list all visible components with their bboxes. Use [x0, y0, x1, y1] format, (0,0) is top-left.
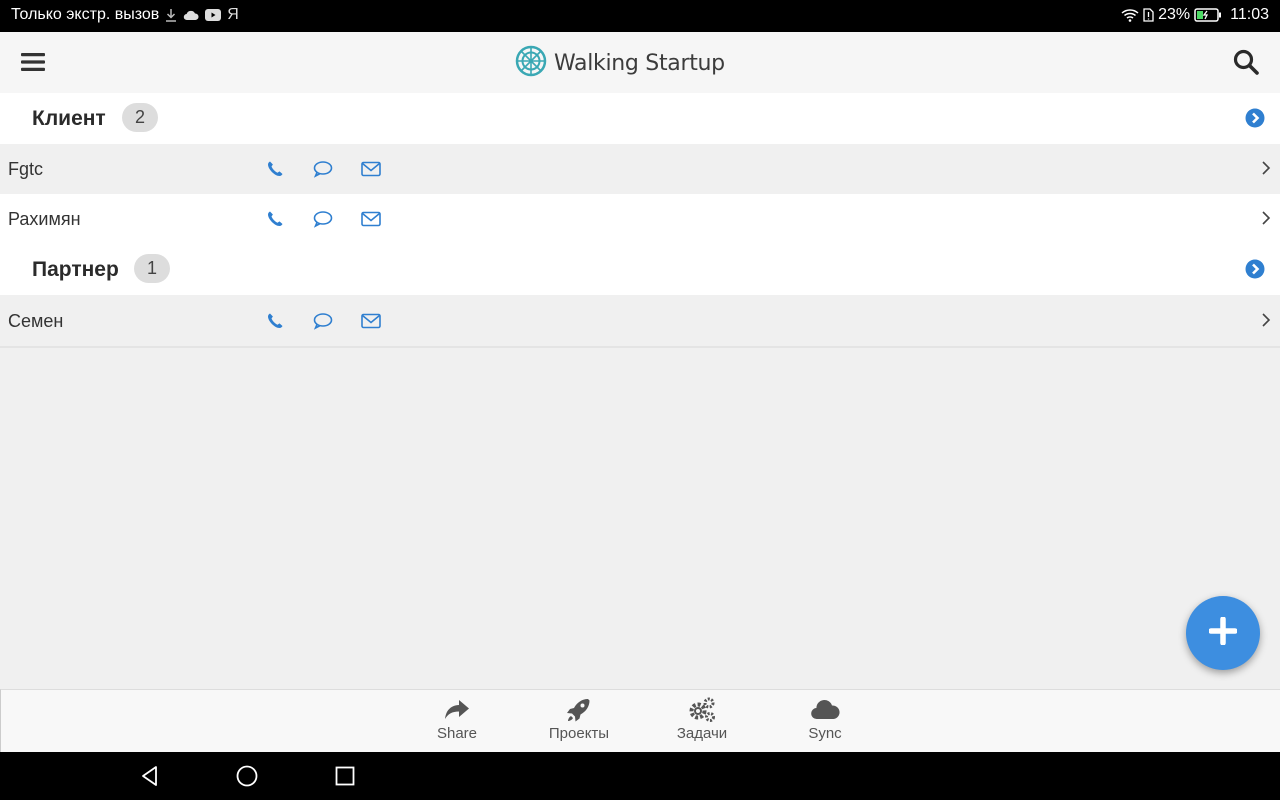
- email-icon[interactable]: [360, 159, 382, 179]
- cloud-icon: [765, 696, 885, 724]
- youtube-icon: [205, 9, 222, 21]
- contact-row[interactable]: Рахимян: [0, 194, 1280, 244]
- chevron-circle-right-icon[interactable]: [1245, 108, 1265, 128]
- contact-name: Fgtc: [8, 159, 44, 179]
- tab-share[interactable]: Share: [397, 696, 517, 748]
- search-icon[interactable]: [1232, 48, 1260, 76]
- tab-sync[interactable]: Sync: [765, 696, 885, 748]
- chevron-right-icon[interactable]: [1260, 210, 1272, 226]
- tab-projects[interactable]: Проекты: [519, 696, 639, 748]
- clock: 11:03: [1230, 6, 1269, 23]
- system-nav-bar: [0, 752, 1280, 800]
- tab-tasks[interactable]: Задачи: [642, 696, 762, 748]
- back-icon[interactable]: [138, 764, 162, 788]
- group-count-badge: 2: [122, 103, 158, 132]
- contact-name: Рахимян: [8, 209, 81, 229]
- sim-icon: [1143, 8, 1154, 22]
- yandex-icon: Я: [227, 6, 239, 23]
- group-header-client[interactable]: Клиент 2: [0, 93, 1280, 144]
- chevron-right-icon[interactable]: [1260, 312, 1272, 328]
- chevron-circle-right-icon[interactable]: [1245, 259, 1265, 279]
- cloud-status-icon: [183, 10, 199, 21]
- app-title: Walking Startup: [554, 51, 725, 76]
- contact-name: Семен: [8, 311, 64, 331]
- add-fab-button[interactable]: [1186, 596, 1260, 670]
- hamburger-menu-icon[interactable]: [20, 49, 46, 75]
- carrier-text: Только экстр. вызов: [11, 6, 160, 23]
- comment-icon[interactable]: [312, 311, 334, 331]
- plus-icon: [1208, 615, 1238, 650]
- phone-icon[interactable]: [265, 311, 287, 331]
- app-logo-icon: [514, 44, 548, 83]
- comment-icon[interactable]: [312, 209, 334, 229]
- list-divider: [0, 346, 1280, 348]
- gears-icon: [642, 696, 762, 724]
- app-brand: Walking Startup: [514, 44, 725, 83]
- group-count-badge: 1: [134, 254, 170, 283]
- tab-label: Share: [436, 725, 478, 742]
- chevron-right-icon[interactable]: [1260, 160, 1272, 176]
- app-header: Walking Startup: [0, 32, 1280, 93]
- phone-icon[interactable]: [265, 209, 287, 229]
- contact-row[interactable]: Семен: [0, 296, 1280, 346]
- comment-icon[interactable]: [312, 159, 334, 179]
- group-title: Клиент: [32, 107, 106, 130]
- group-header-partner[interactable]: Партнер 1: [0, 244, 1280, 295]
- battery-icon: [1194, 8, 1222, 22]
- home-icon[interactable]: [235, 764, 259, 788]
- rocket-icon: [519, 696, 639, 724]
- download-icon: [165, 8, 177, 22]
- bottom-tab-bar: Share Проекты Задачи Sync: [0, 689, 1280, 752]
- phone-icon[interactable]: [265, 159, 287, 179]
- email-icon[interactable]: [360, 209, 382, 229]
- share-icon: [397, 696, 517, 724]
- status-bar: Только экстр. вызов Я 23% 11:03: [0, 0, 1280, 32]
- email-icon[interactable]: [360, 311, 382, 331]
- battery-percent: 23%: [1158, 6, 1191, 23]
- contact-row[interactable]: Fgtc: [0, 144, 1280, 194]
- group-title: Партнер: [32, 258, 119, 281]
- tab-label: Задачи: [676, 725, 728, 742]
- tab-label: Sync: [808, 725, 842, 742]
- wifi-icon: [1121, 8, 1139, 22]
- tab-label: Проекты: [548, 725, 610, 742]
- recent-apps-icon[interactable]: [333, 764, 357, 788]
